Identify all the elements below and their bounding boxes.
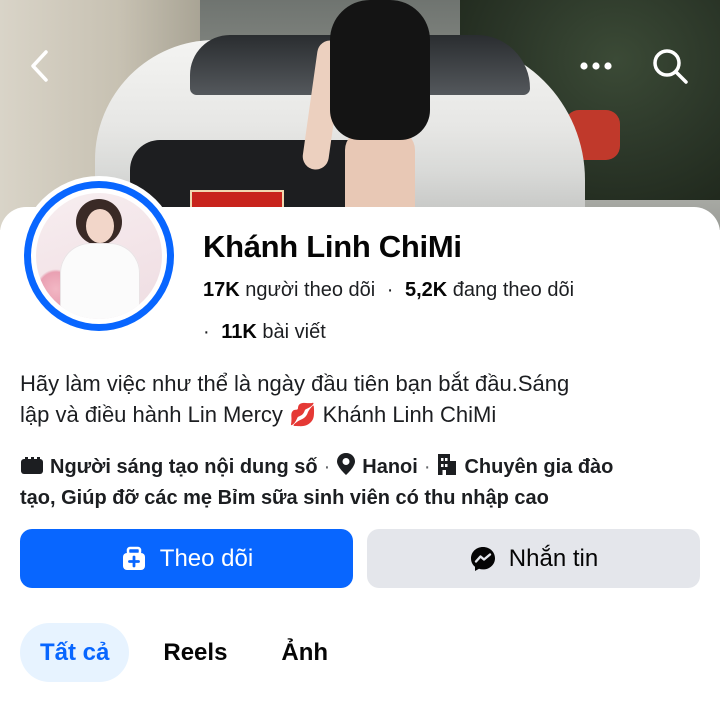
avatar-face bbox=[86, 209, 114, 243]
profile-name: Khánh Linh ChiMi bbox=[203, 229, 462, 264]
chevron-left-icon bbox=[31, 50, 48, 82]
following-label[interactable]: đang theo dõi bbox=[453, 279, 574, 301]
bio-line-2-end: Khánh Linh ChiMi bbox=[322, 402, 497, 427]
profile-tabs: Tất cả Reels Ảnh bbox=[20, 623, 348, 682]
profile-details: Người sáng tạo nội dung số · Hanoi · Chuyê… bbox=[20, 452, 710, 512]
follow-icon bbox=[122, 546, 145, 570]
tab-reels[interactable]: Reels bbox=[143, 623, 247, 682]
avatar-photo bbox=[36, 193, 162, 319]
follow-button[interactable]: Theo dõi bbox=[20, 529, 353, 588]
more-horizontal-icon bbox=[580, 62, 612, 70]
separator-dot: · bbox=[203, 321, 210, 343]
more-options-button[interactable] bbox=[566, 36, 626, 96]
profile-bio: Hãy làm việc như thể là ngày đầu tiên bạ… bbox=[20, 368, 700, 430]
followers-count[interactable]: 17K bbox=[203, 279, 240, 301]
posts-label: bài viết bbox=[262, 321, 326, 343]
profile-stats: 17K người theo dõi · 5,2K đang theo dõi bbox=[203, 279, 574, 302]
job-text-1: Chuyên gia đào bbox=[464, 456, 614, 478]
building-icon bbox=[436, 452, 458, 484]
separator-dot: · bbox=[386, 279, 394, 301]
location-text[interactable]: Hanoi bbox=[362, 456, 418, 478]
location-pin-icon bbox=[336, 452, 356, 484]
separator-dot: · bbox=[323, 456, 331, 478]
category-text: Người sáng tạo nội dung số bbox=[50, 456, 318, 478]
profile-posts-stats: · 11K bài viết bbox=[203, 321, 326, 344]
avatar-inner-ring bbox=[31, 188, 167, 324]
tab-photos[interactable]: Ảnh bbox=[261, 623, 348, 682]
message-button[interactable]: Nhắn tin bbox=[367, 529, 700, 588]
story-ring bbox=[24, 181, 174, 331]
avatar-suit bbox=[60, 243, 140, 319]
following-count[interactable]: 5,2K bbox=[405, 279, 447, 301]
search-button[interactable] bbox=[640, 36, 700, 96]
message-label: Nhắn tin bbox=[508, 544, 599, 572]
profile-avatar[interactable] bbox=[19, 176, 179, 336]
kiss-emoji: 💋 bbox=[289, 402, 317, 427]
video-camera-icon bbox=[20, 456, 44, 484]
bio-line-2: lập và điều hành Lin Mercy bbox=[20, 402, 283, 427]
job-text-2: tạo, Giúp đỡ các mẹ Bỉm sữa sinh viên có… bbox=[20, 487, 549, 509]
cover-person-dress bbox=[330, 0, 430, 140]
search-icon bbox=[653, 49, 688, 84]
follow-label: Theo dõi bbox=[159, 544, 254, 572]
posts-count: 11K bbox=[221, 321, 257, 343]
followers-label[interactable]: người theo dõi bbox=[245, 279, 375, 301]
back-button[interactable] bbox=[10, 36, 70, 96]
messenger-icon bbox=[470, 546, 495, 571]
tab-all[interactable]: Tất cả bbox=[20, 623, 130, 682]
bio-line-1: Hãy làm việc như thể là ngày đầu tiên bạ… bbox=[20, 371, 570, 396]
separator-dot: · bbox=[423, 456, 431, 478]
